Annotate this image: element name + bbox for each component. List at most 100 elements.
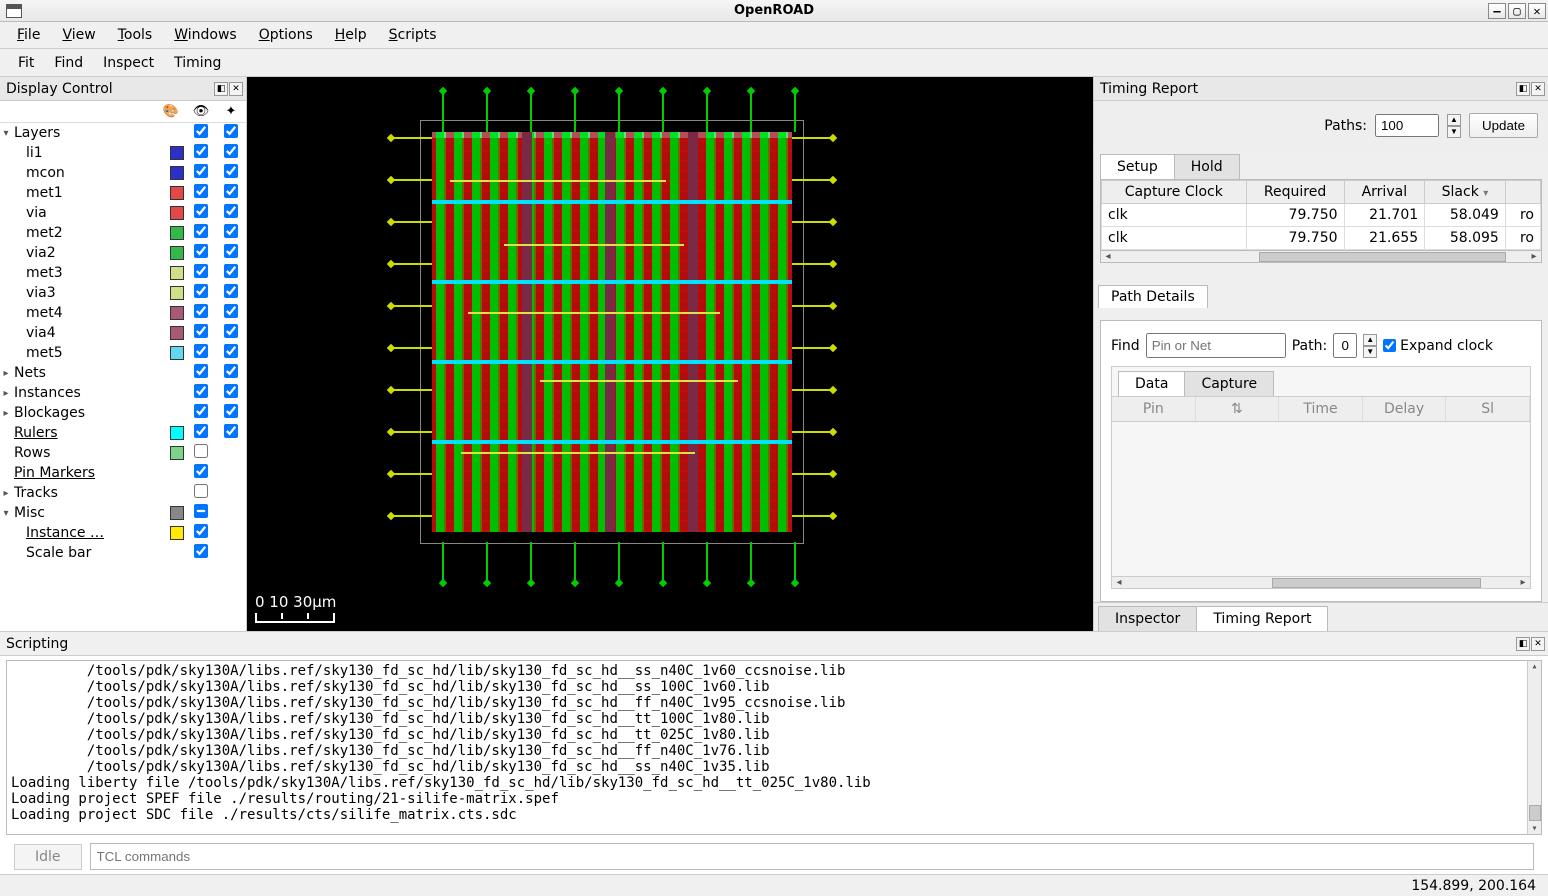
dc-vis-checkbox[interactable] xyxy=(194,284,208,298)
dc-row-instance-[interactable]: Instance … xyxy=(0,523,246,543)
path-table-hscroll[interactable]: ◂▸ xyxy=(1112,576,1530,588)
dc-vis-checkbox[interactable] xyxy=(194,244,208,258)
dc-sel-checkbox[interactable] xyxy=(224,244,238,258)
dc-vis-checkbox[interactable] xyxy=(194,164,208,178)
tab-capture[interactable]: Capture xyxy=(1184,371,1274,396)
dc-row-layers[interactable]: ▾Layers xyxy=(0,123,246,143)
dc-row-li1[interactable]: li1 xyxy=(0,143,246,163)
dc-row-via4[interactable]: via4 xyxy=(0,323,246,343)
tab-data[interactable]: Data xyxy=(1118,371,1185,396)
dc-row-blockages[interactable]: ▸Blockages xyxy=(0,403,246,423)
menu-file[interactable]: File xyxy=(8,25,49,45)
menu-windows[interactable]: Windows xyxy=(165,25,246,45)
tab-inspector[interactable]: Inspector xyxy=(1098,606,1197,631)
dc-row-rulers[interactable]: Rulers xyxy=(0,423,246,443)
dc-vis-checkbox[interactable] xyxy=(194,424,208,438)
display-control-tree[interactable]: ▾Layersli1mconmet1viamet2via2met3via3met… xyxy=(0,123,246,631)
menu-options[interactable]: Options xyxy=(250,25,322,45)
maximize-button[interactable]: ▢ xyxy=(1508,3,1526,19)
dc-vis-checkbox[interactable] xyxy=(194,404,208,418)
panel-close-button[interactable]: ✕ xyxy=(1531,637,1545,651)
dc-sel-checkbox[interactable] xyxy=(224,424,238,438)
dc-vis-checkbox[interactable] xyxy=(194,484,208,498)
dc-row-tracks[interactable]: ▸Tracks xyxy=(0,483,246,503)
paths-spin-down[interactable]: ▼ xyxy=(1447,126,1461,138)
dc-row-pin-markers[interactable]: Pin Markers xyxy=(0,463,246,483)
dc-row-via[interactable]: via xyxy=(0,203,246,223)
dc-vis-checkbox[interactable] xyxy=(194,384,208,398)
path-index-input[interactable] xyxy=(1333,333,1357,358)
toolbar-fit[interactable]: Fit xyxy=(18,55,34,71)
dc-row-met3[interactable]: met3 xyxy=(0,263,246,283)
dc-row-met4[interactable]: met4 xyxy=(0,303,246,323)
dc-vis-checkbox[interactable] xyxy=(194,144,208,158)
panel-close-button[interactable]: ✕ xyxy=(229,82,243,96)
dc-sel-checkbox[interactable] xyxy=(224,404,238,418)
dc-sel-checkbox[interactable] xyxy=(224,344,238,358)
dc-vis-checkbox[interactable] xyxy=(194,544,208,558)
dc-vis-checkbox[interactable] xyxy=(194,364,208,378)
minimize-button[interactable]: — xyxy=(1488,3,1506,19)
timing-row[interactable]: clk79.75021.65558.095ro xyxy=(1102,227,1541,250)
find-input[interactable] xyxy=(1146,333,1286,358)
scripting-vscroll[interactable]: ▴▾ xyxy=(1527,661,1541,834)
paths-input[interactable] xyxy=(1375,114,1439,137)
dc-sel-checkbox[interactable] xyxy=(224,264,238,278)
dc-row-met1[interactable]: met1 xyxy=(0,183,246,203)
panel-close-button[interactable]: ✕ xyxy=(1531,82,1545,96)
menu-scripts[interactable]: Scripts xyxy=(380,25,446,45)
timing-row[interactable]: clk79.75021.70158.049ro xyxy=(1102,204,1541,227)
dc-vis-checkbox[interactable] xyxy=(194,224,208,238)
dc-sel-checkbox[interactable] xyxy=(224,364,238,378)
dc-row-rows[interactable]: Rows xyxy=(0,443,246,463)
tab-path-details[interactable]: Path Details xyxy=(1098,285,1208,308)
dc-sel-checkbox[interactable] xyxy=(224,284,238,298)
dc-sel-checkbox[interactable] xyxy=(224,384,238,398)
dc-row-mcon[interactable]: mcon xyxy=(0,163,246,183)
dc-row-nets[interactable]: ▸Nets xyxy=(0,363,246,383)
close-button[interactable]: ✕ xyxy=(1528,3,1546,19)
dc-row-instances[interactable]: ▸Instances xyxy=(0,383,246,403)
tab-timing-report[interactable]: Timing Report xyxy=(1196,606,1328,631)
scripting-input[interactable] xyxy=(90,843,1534,870)
dc-vis-checkbox[interactable] xyxy=(194,504,208,518)
scripting-output[interactable]: /tools/pdk/sky130A/libs.ref/sky130_fd_sc… xyxy=(6,660,1542,835)
dc-vis-checkbox[interactable] xyxy=(194,464,208,478)
dc-row-met5[interactable]: met5 xyxy=(0,343,246,363)
dc-sel-checkbox[interactable] xyxy=(224,124,238,138)
layout-view[interactable]: 0 10 30µm xyxy=(247,77,1093,631)
dc-sel-checkbox[interactable] xyxy=(224,204,238,218)
path-spin-up[interactable]: ▲ xyxy=(1363,334,1377,346)
panel-float-button[interactable]: ◧ xyxy=(214,82,228,96)
dc-sel-checkbox[interactable] xyxy=(224,184,238,198)
panel-float-button[interactable]: ◧ xyxy=(1516,637,1530,651)
tab-hold[interactable]: Hold xyxy=(1174,154,1240,179)
dc-vis-checkbox[interactable] xyxy=(194,444,208,458)
dc-sel-checkbox[interactable] xyxy=(224,324,238,338)
dc-vis-checkbox[interactable] xyxy=(194,184,208,198)
dc-row-via2[interactable]: via2 xyxy=(0,243,246,263)
dc-vis-checkbox[interactable] xyxy=(194,304,208,318)
dc-row-via3[interactable]: via3 xyxy=(0,283,246,303)
dc-row-met2[interactable]: met2 xyxy=(0,223,246,243)
timing-table[interactable]: Capture ClockRequiredArrivalSlack ▾ clk7… xyxy=(1100,179,1542,251)
dc-sel-checkbox[interactable] xyxy=(224,164,238,178)
update-button[interactable]: Update xyxy=(1469,113,1538,138)
dc-vis-checkbox[interactable] xyxy=(194,204,208,218)
menu-view[interactable]: View xyxy=(53,25,104,45)
dc-vis-checkbox[interactable] xyxy=(194,524,208,538)
dc-sel-checkbox[interactable] xyxy=(224,304,238,318)
dc-row-scale-bar[interactable]: Scale bar xyxy=(0,543,246,563)
dc-vis-checkbox[interactable] xyxy=(194,264,208,278)
path-data-table[interactable]: Pin⇅TimeDelaySl ◂▸ xyxy=(1112,396,1530,588)
paths-spin-up[interactable]: ▲ xyxy=(1447,114,1461,126)
timing-table-hscroll[interactable]: ◂▸ xyxy=(1100,251,1542,263)
toolbar-inspect[interactable]: Inspect xyxy=(103,55,154,71)
dc-sel-checkbox[interactable] xyxy=(224,144,238,158)
dc-vis-checkbox[interactable] xyxy=(194,324,208,338)
panel-float-button[interactable]: ◧ xyxy=(1516,82,1530,96)
toolbar-find[interactable]: Find xyxy=(54,55,83,71)
tab-setup[interactable]: Setup xyxy=(1100,154,1175,179)
dc-vis-checkbox[interactable] xyxy=(194,124,208,138)
toolbar-timing[interactable]: Timing xyxy=(174,55,221,71)
